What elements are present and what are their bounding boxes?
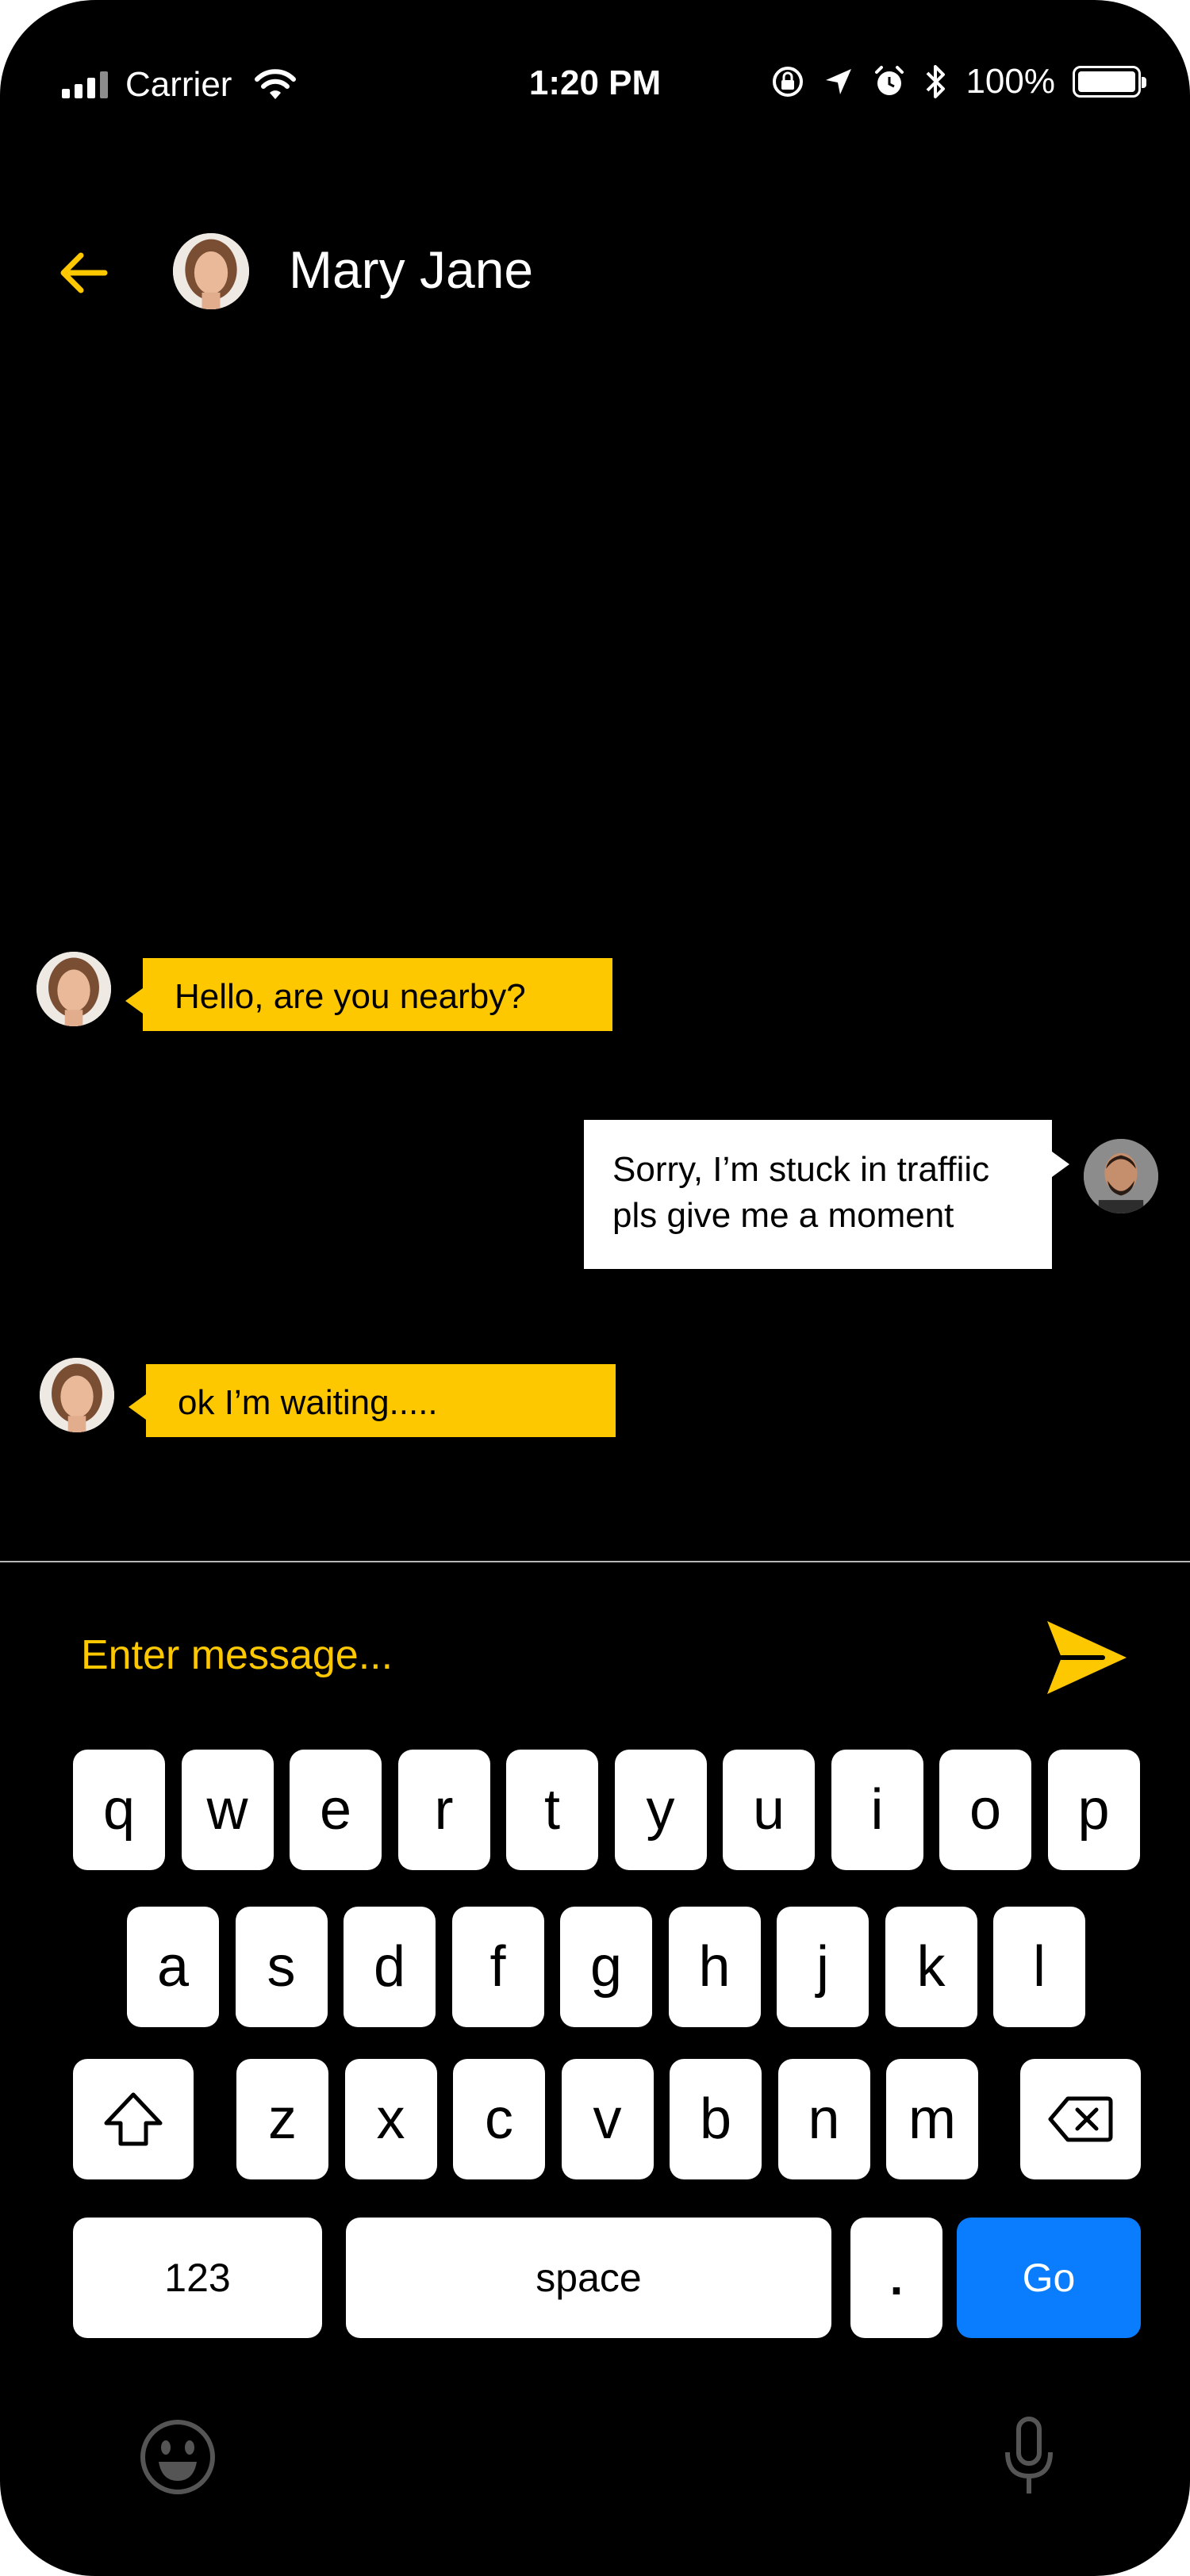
key-e[interactable]: e (290, 1750, 382, 1870)
space-key[interactable]: space (346, 2218, 831, 2338)
battery-percent: 100% (965, 62, 1055, 101)
message-text: Hello, are you nearby? (175, 977, 526, 1016)
backspace-icon (1048, 2096, 1113, 2142)
key-a[interactable]: a (127, 1907, 219, 2027)
key-z[interactable]: z (236, 2059, 328, 2179)
shift-key[interactable] (73, 2059, 194, 2179)
key-t[interactable]: t (506, 1750, 598, 1870)
message-text: ok I’m waiting..... (178, 1383, 438, 1422)
message-text-line: Sorry, I’m stuck in traffiic (612, 1150, 990, 1189)
key-w[interactable]: w (181, 1750, 274, 1870)
key-r[interactable]: r (397, 1750, 490, 1870)
contact-avatar (36, 952, 111, 1026)
key-d[interactable]: d (344, 1907, 436, 2027)
key-p[interactable]: p (1047, 1750, 1140, 1870)
emoji-icon[interactable] (138, 2417, 217, 2497)
keyboard: qwertyuiop asdfghjkl zxcvbnm 123 space .… (0, 1745, 1190, 2348)
keyboard-bottom-bar (0, 2411, 1190, 2506)
key-u[interactable]: u (723, 1750, 815, 1870)
key-j[interactable]: j (777, 1907, 869, 2027)
message-text-line: pls give me a moment (612, 1196, 954, 1235)
key-i[interactable]: i (831, 1750, 923, 1870)
message-input[interactable] (79, 1623, 1019, 1688)
go-key[interactable]: Go (957, 2218, 1141, 2338)
key-g[interactable]: g (560, 1907, 652, 2027)
key-s[interactable]: s (235, 1907, 328, 2027)
alarm-icon (875, 66, 904, 95)
composer-divider (0, 1561, 1190, 1562)
rotation-lock-icon (773, 67, 804, 97)
key-h[interactable]: h (668, 1907, 761, 2027)
incoming-message[interactable]: Hello, are you nearby? (125, 958, 612, 1031)
numbers-key[interactable]: 123 (73, 2218, 322, 2338)
status-bar: Carrier 1:20 PM 100% (0, 0, 1190, 174)
location-icon (826, 69, 852, 94)
contact-avatar[interactable] (173, 233, 249, 309)
shift-icon (104, 2092, 163, 2146)
back-arrow-icon[interactable] (52, 241, 116, 305)
send-icon[interactable] (1044, 1618, 1131, 1697)
key-q[interactable]: q (73, 1750, 165, 1870)
key-o[interactable]: o (939, 1750, 1031, 1870)
key-n[interactable]: n (777, 2059, 870, 2179)
key-x[interactable]: x (344, 2059, 437, 2179)
outgoing-message[interactable]: Sorry, I’m stuck in traffiic pls give me… (584, 1120, 1069, 1269)
key-y[interactable]: y (614, 1750, 707, 1870)
backspace-key[interactable] (1020, 2059, 1141, 2179)
incoming-message[interactable]: ok I’m waiting..... (129, 1364, 616, 1437)
user-avatar (1084, 1139, 1158, 1213)
key-k[interactable]: k (885, 1907, 977, 2027)
battery-icon (1073, 66, 1146, 98)
contact-avatar (40, 1358, 114, 1432)
key-f[interactable]: f (451, 1907, 544, 2027)
key-v[interactable]: v (561, 2059, 654, 2179)
chat-header: Mary Jane (0, 222, 1190, 317)
phone-screen: Carrier 1:20 PM 100% Mary Jane Hello, ar… (0, 0, 1190, 2576)
period-key[interactable]: . (850, 2218, 942, 2338)
key-c[interactable]: c (453, 2059, 545, 2179)
key-l[interactable]: l (993, 1907, 1085, 2027)
key-m[interactable]: m (886, 2059, 978, 2179)
bluetooth-icon (927, 65, 946, 98)
key-b[interactable]: b (670, 2059, 762, 2179)
microphone-icon[interactable] (1001, 2416, 1057, 2498)
contact-name: Mary Jane (289, 240, 534, 299)
